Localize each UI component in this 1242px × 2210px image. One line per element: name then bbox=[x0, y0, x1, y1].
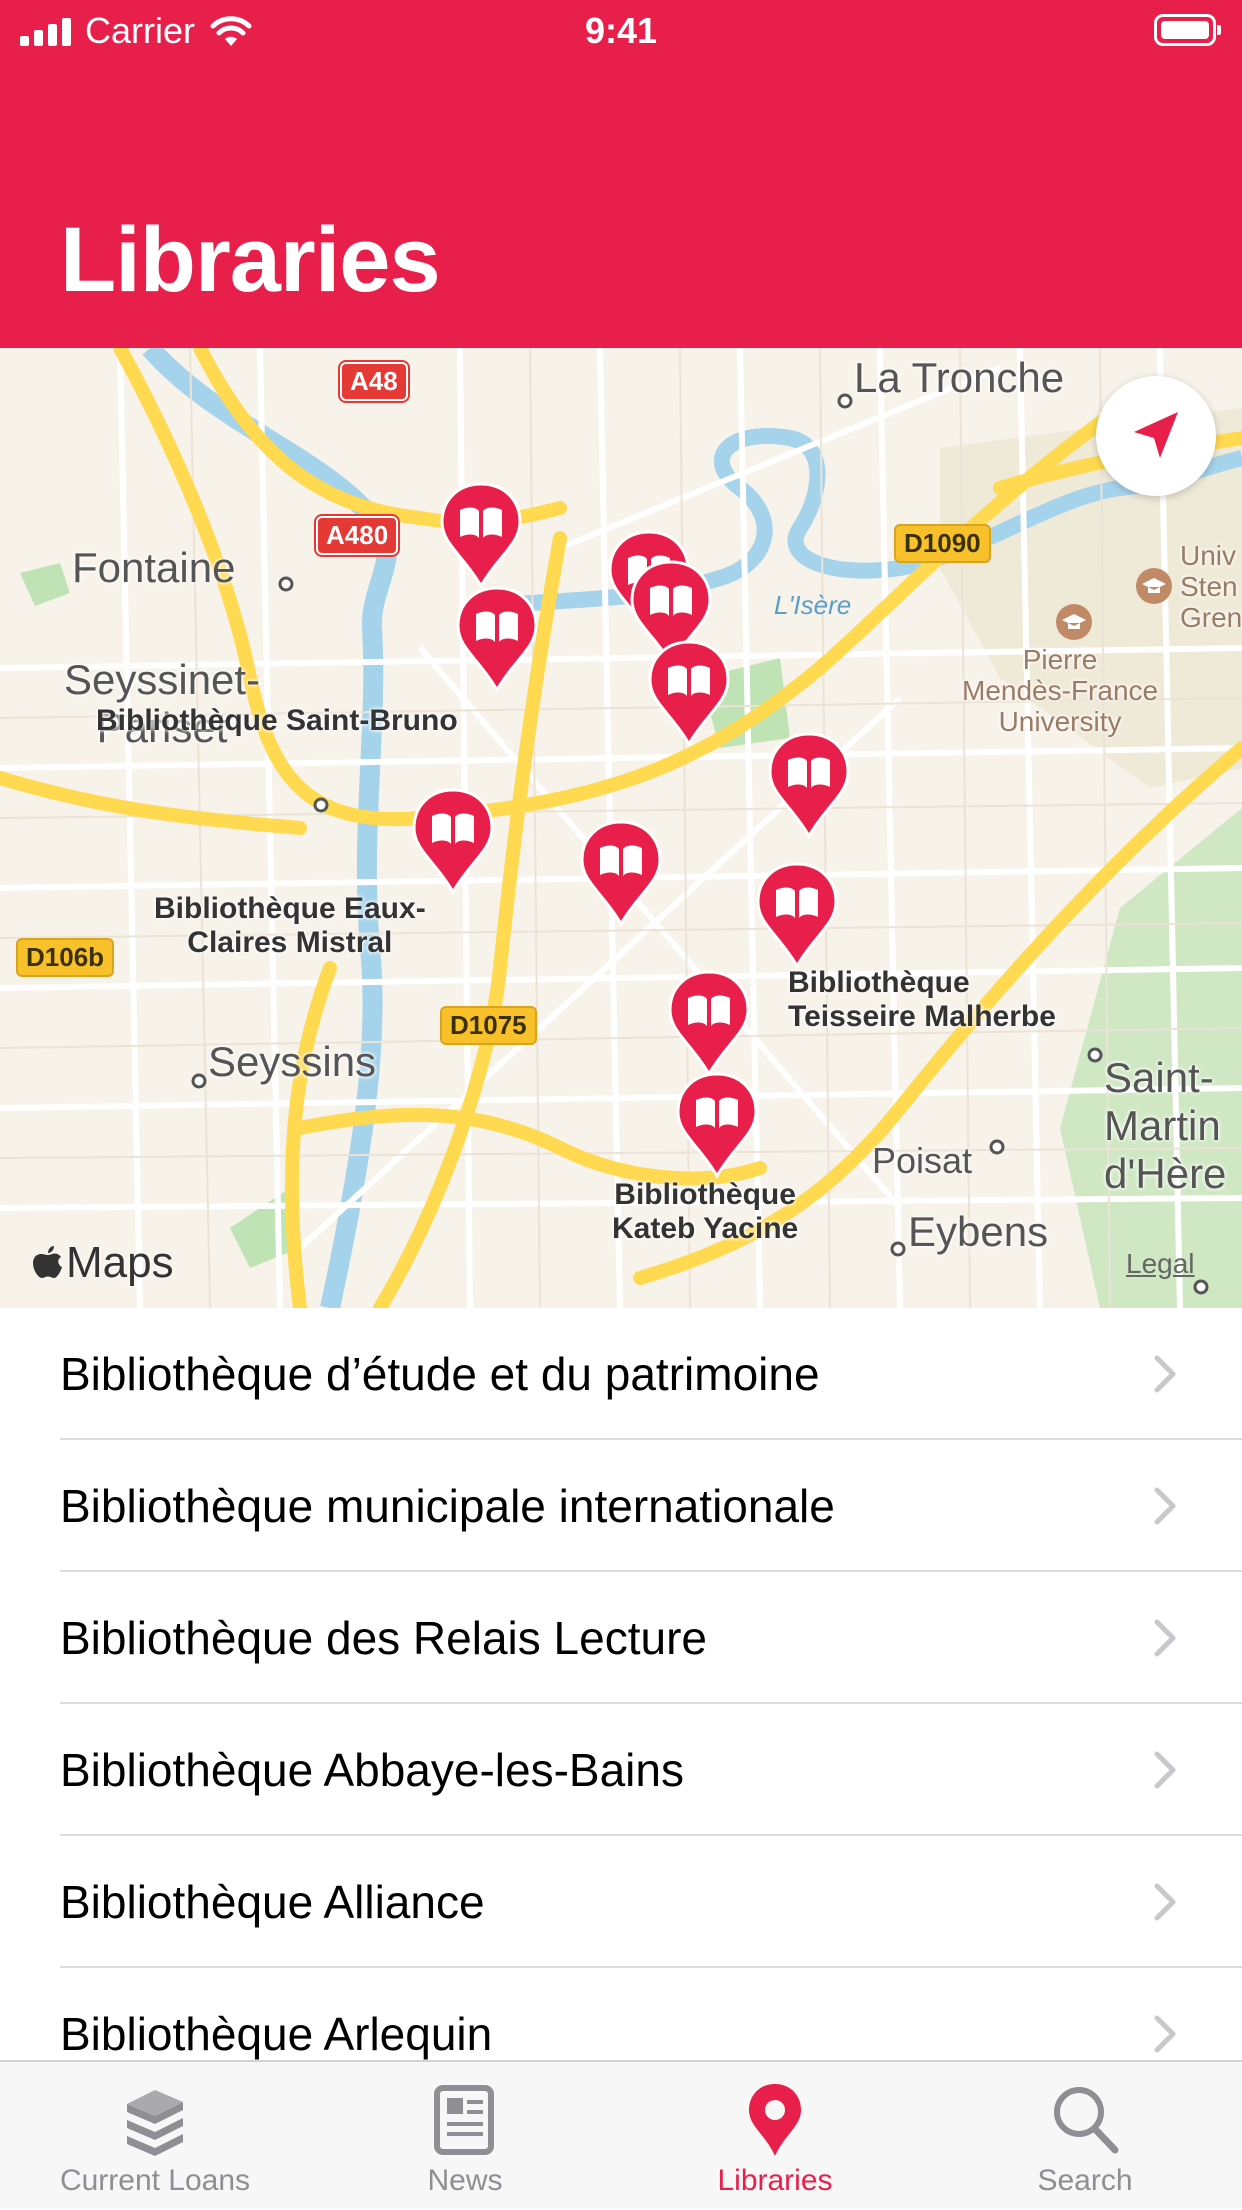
status-bar: Carrier 9:41 bbox=[0, 0, 1242, 62]
road-shield-d106b: D106b bbox=[16, 938, 115, 977]
books-stack-icon bbox=[127, 2090, 183, 2156]
library-label-teisseire: Bibliothèque Teisseire Malherbe bbox=[788, 966, 1056, 1033]
chevron-right-icon bbox=[1154, 1619, 1176, 1657]
place-dot-icon bbox=[989, 1139, 1005, 1155]
status-time: 9:41 bbox=[584, 10, 658, 51]
chevron-right-icon bbox=[1154, 1883, 1176, 1921]
tab-current-loans[interactable]: Current Loans bbox=[0, 2062, 310, 2210]
library-pin[interactable] bbox=[410, 786, 496, 896]
library-pin-icon bbox=[756, 862, 838, 970]
maps-attribution-text: Maps bbox=[66, 1238, 174, 1287]
tab-label: Libraries bbox=[717, 2164, 833, 2197]
chevron-right-icon bbox=[1154, 1355, 1176, 1393]
place-label-seyssins: Seyssins bbox=[208, 1038, 377, 1085]
university-icon bbox=[1056, 604, 1092, 640]
list-item[interactable]: Bibliothèque Abbaye-les-Bains bbox=[0, 1704, 1242, 1836]
library-name: Bibliothèque municipale internationale bbox=[60, 1480, 835, 1532]
map-pin-icon bbox=[749, 2084, 801, 2156]
tab-libraries[interactable]: Libraries bbox=[620, 2062, 930, 2210]
library-pin[interactable] bbox=[666, 968, 752, 1078]
library-label-kateb: Bibliothèque Kateb Yacine bbox=[612, 1178, 799, 1245]
library-name: Bibliothèque Abbaye-les-Bains bbox=[60, 1744, 684, 1796]
library-pin[interactable] bbox=[754, 860, 840, 970]
library-pin-icon bbox=[580, 820, 662, 928]
chevron-right-icon bbox=[1154, 2015, 1176, 2053]
library-pin[interactable] bbox=[646, 638, 732, 748]
newspaper-icon bbox=[434, 2085, 494, 2155]
library-pin-icon bbox=[412, 788, 494, 896]
place-label-fontaine: Fontaine bbox=[72, 544, 236, 591]
legal-link[interactable]: Legal bbox=[1126, 1248, 1195, 1280]
place-dot-icon bbox=[1087, 1047, 1103, 1063]
libraries-list[interactable]: Bibliothèque d’étude et du patrimoine Bi… bbox=[0, 1308, 1242, 2060]
road-shield-a480: A480 bbox=[313, 514, 401, 557]
library-name: Bibliothèque Arlequin bbox=[60, 2008, 493, 2060]
location-arrow-icon bbox=[1134, 412, 1178, 458]
list-item[interactable]: Bibliothèque des Relais Lecture bbox=[0, 1572, 1242, 1704]
place-label-university: Pierre Mendès-France University bbox=[962, 644, 1159, 737]
library-pin[interactable] bbox=[578, 818, 664, 928]
library-pin-icon bbox=[768, 732, 850, 840]
place-dot-icon bbox=[890, 1241, 906, 1257]
battery-icon bbox=[1154, 14, 1221, 46]
library-pin[interactable] bbox=[674, 1070, 760, 1180]
library-pin[interactable] bbox=[454, 584, 540, 694]
place-label-poisat: Poisat bbox=[872, 1140, 973, 1181]
road-shield-d1090: D1090 bbox=[894, 524, 991, 563]
place-label-eybens: Eybens bbox=[908, 1208, 1049, 1255]
library-pin-icon bbox=[440, 482, 522, 590]
library-pin[interactable] bbox=[766, 730, 852, 840]
library-pin-icon bbox=[456, 586, 538, 694]
road-shield-d1075: D1075 bbox=[440, 1006, 537, 1045]
library-pin[interactable] bbox=[438, 480, 524, 590]
library-name: Bibliothèque des Relais Lecture bbox=[60, 1612, 707, 1664]
place-dot-icon bbox=[837, 393, 853, 409]
library-label-eaux-claires: Bibliothèque Eaux- Claires Mistral bbox=[154, 892, 426, 959]
list-item[interactable]: Bibliothèque Alliance bbox=[0, 1836, 1242, 1968]
university-icon bbox=[1136, 568, 1172, 604]
place-dot-icon bbox=[278, 576, 294, 592]
tab-label: News bbox=[427, 2164, 503, 2197]
apple-maps-attribution: Maps bbox=[32, 1238, 174, 1288]
place-dot-icon bbox=[313, 797, 329, 813]
library-pin-icon bbox=[668, 970, 750, 1078]
road-shield-a48: A48 bbox=[338, 360, 410, 403]
magnifier-icon bbox=[1054, 2087, 1119, 2154]
library-name: Bibliothèque d’étude et du patrimoine bbox=[60, 1348, 820, 1400]
tab-label: Current Loans bbox=[59, 2164, 251, 2197]
tab-news[interactable]: News bbox=[310, 2062, 620, 2210]
library-name: Bibliothèque Alliance bbox=[60, 1876, 485, 1928]
tab-label: Search bbox=[1037, 2164, 1133, 2197]
navigation-header: Carrier 9:41 Libraries bbox=[0, 0, 1242, 348]
place-dot-icon bbox=[1193, 1279, 1209, 1295]
library-label-saint-bruno: Bibliothèque Saint-Bruno bbox=[96, 704, 458, 737]
place-label-saint-martin: Saint- Martin d'Hère bbox=[1104, 1054, 1227, 1197]
list-item[interactable]: Bibliothèque d’étude et du patrimoine bbox=[0, 1308, 1242, 1440]
list-item[interactable]: Bibliothèque Arlequin bbox=[0, 1968, 1242, 2060]
place-label-la-tronche: La Tronche bbox=[854, 354, 1065, 401]
page-title: Libraries bbox=[60, 209, 441, 311]
library-pin-icon bbox=[648, 640, 730, 748]
apple-logo-icon bbox=[33, 1246, 62, 1278]
tab-bar: Current Loans News Libraries Search bbox=[0, 2060, 1242, 2208]
list-item[interactable]: Bibliothèque municipale internationale bbox=[0, 1440, 1242, 1572]
chevron-right-icon bbox=[1154, 1751, 1176, 1789]
tab-search[interactable]: Search bbox=[930, 2062, 1240, 2210]
place-dot-icon bbox=[191, 1073, 207, 1089]
place-label-univ-partial: Univ Sten Gren bbox=[1180, 540, 1242, 633]
library-pin-icon bbox=[676, 1072, 758, 1180]
river-label-isere: L'Isère bbox=[774, 590, 852, 620]
libraries-map[interactable]: La Tronche Fontaine Seyssinet- Pariset S… bbox=[0, 348, 1242, 1308]
chevron-right-icon bbox=[1154, 1487, 1176, 1525]
locate-me-button[interactable] bbox=[1096, 376, 1216, 496]
